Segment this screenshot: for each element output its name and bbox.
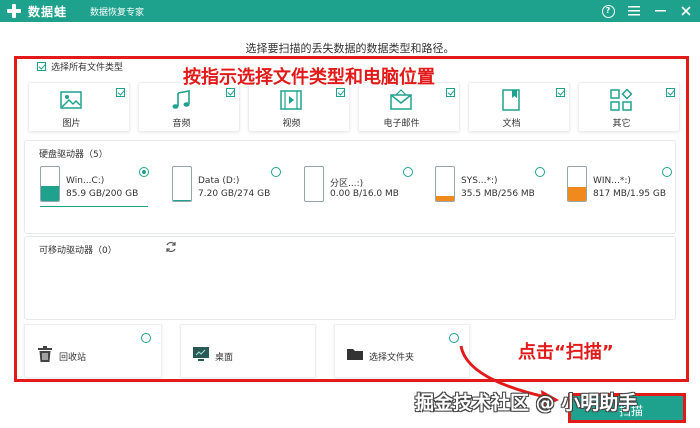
close-button[interactable]	[678, 3, 694, 19]
app-subtitle: 数据恢复专家	[90, 8, 145, 18]
app-logo: 数据蛙	[6, 3, 67, 19]
minimize-button[interactable]	[652, 3, 668, 19]
close-icon	[681, 6, 691, 16]
minimize-icon	[654, 10, 666, 12]
menu-icon	[628, 6, 640, 16]
app-name: 数据蛙	[28, 4, 68, 19]
annotation-highlight-box	[14, 56, 689, 382]
menu-button[interactable]	[626, 3, 642, 19]
logo-cross-icon	[6, 3, 22, 19]
watermark: 掘金技术社区 @ 小明助手	[415, 392, 638, 414]
title-bar: 数据蛙 数据恢复专家 ?	[0, 0, 700, 22]
instruction-text: 选择要扫描的丢失数据的数据类型和路径。	[245, 42, 455, 55]
annotation-main-text: 按指示选择文件类型和电脑位置	[183, 67, 435, 88]
help-icon: ?	[601, 4, 615, 18]
help-button[interactable]: ?	[600, 3, 616, 19]
